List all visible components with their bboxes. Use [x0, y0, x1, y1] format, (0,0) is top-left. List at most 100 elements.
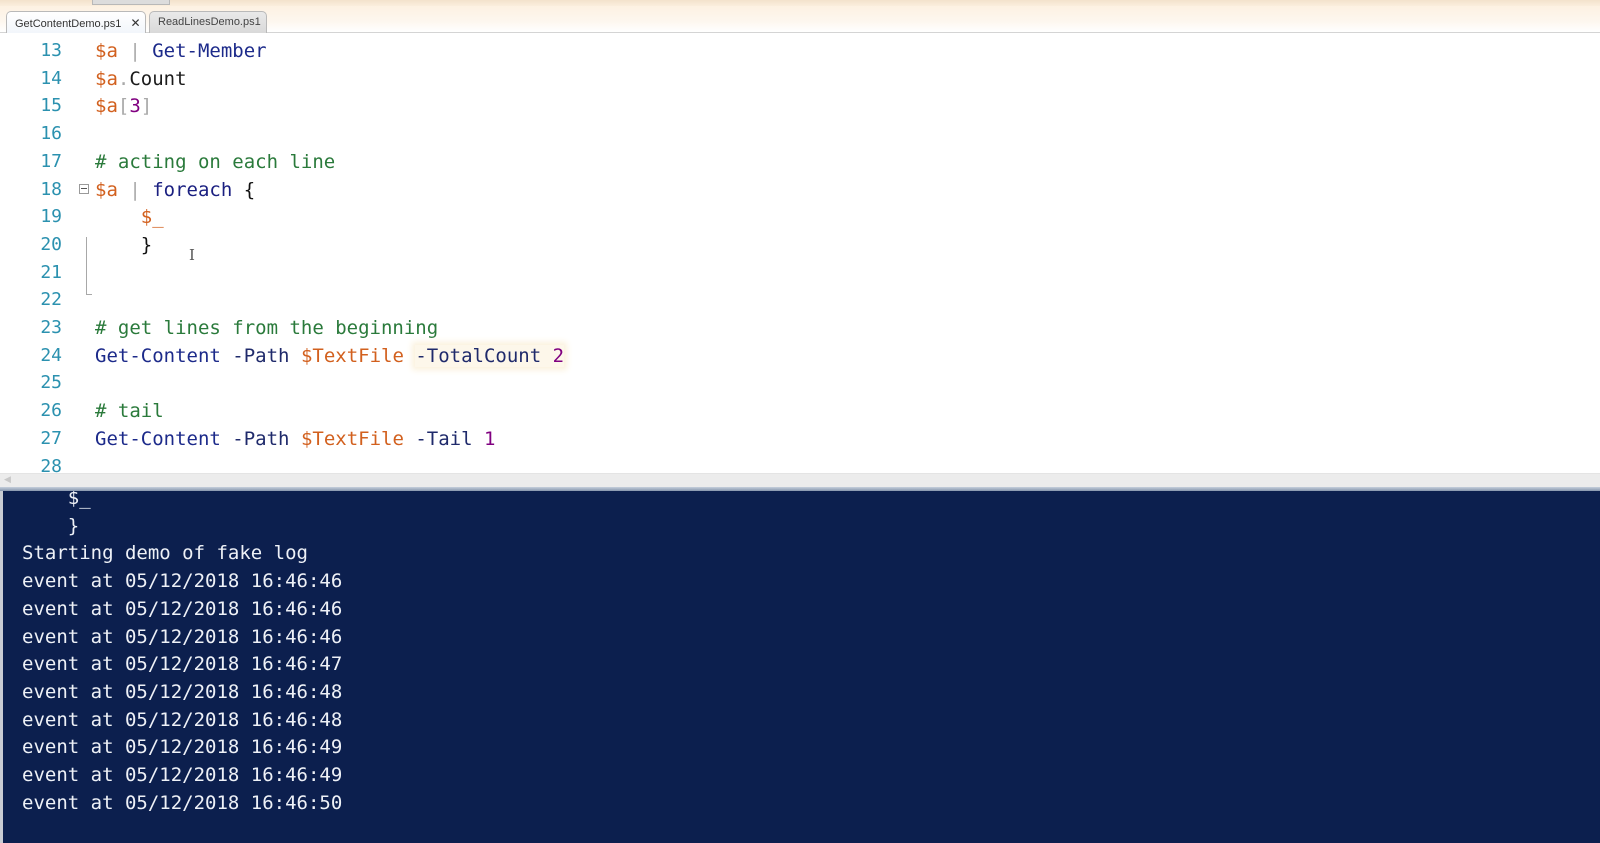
line-number: 20 [40, 233, 62, 255]
code-line[interactable]: 24 Get-Content -Path $TextFile -TotalCoun… [0, 342, 1600, 370]
code-token-cmt: # acting on each line [95, 150, 336, 173]
code-token-var: $TextFile [300, 427, 404, 450]
toolbar-button-stub[interactable] [92, 0, 170, 5]
editor-horizontal-scrollbar[interactable]: ◀ [0, 473, 1600, 487]
code-token-punct [290, 345, 301, 367]
code-token-param: -Path [232, 427, 290, 450]
console-output-line: event at 05/12/2018 16:46:49 [22, 764, 343, 786]
code-line[interactable]: 27 Get-Content -Path $TextFile -Tail 1 [0, 425, 1600, 453]
code-token-param: -Path [232, 344, 290, 367]
line-number: 27 [40, 427, 62, 449]
code-token-param: -TotalCount [415, 344, 542, 367]
code-text: Get-Content -Path $TextFile -Tail 1 [95, 425, 495, 453]
console-output-line: } [22, 514, 80, 537]
code-line[interactable]: 16 [0, 120, 1600, 148]
line-number: 26 [40, 400, 62, 422]
code-text: # tail [95, 397, 164, 425]
code-token-kw: foreach [152, 178, 233, 201]
code-text: $a.Count [95, 65, 187, 93]
code-line[interactable]: 22 [0, 286, 1600, 314]
code-text: # acting on each line [95, 148, 335, 176]
tab-getcontentdemo[interactable]: GetContentDemo.ps1 ✕ [6, 11, 146, 33]
code-line[interactable]: 28 [0, 453, 1600, 474]
line-number: 19 [40, 206, 62, 228]
code-token-punct [95, 206, 141, 228]
console-output-line: Starting demo of fake log [22, 542, 308, 565]
line-number: 23 [40, 317, 62, 338]
code-token-punct [404, 428, 415, 450]
code-token-punct [221, 345, 232, 367]
code-token-num: 2 [552, 344, 565, 367]
code-text: } [95, 231, 152, 259]
code-text: $a | Get-Member [95, 37, 267, 65]
code-token-op: ] [140, 95, 153, 118]
line-number: 18 [40, 178, 62, 200]
code-token-num: 3 [129, 95, 141, 118]
collapse-region-icon[interactable] [79, 183, 89, 194]
console-output-line: event at 05/12/2018 16:46:46 [22, 597, 343, 620]
code-line[interactable]: 26 # tail [0, 397, 1600, 425]
code-line[interactable]: 15 $a[3] [0, 92, 1600, 120]
code-token-op: | [117, 40, 153, 62]
code-token-op: . [117, 67, 130, 90]
line-number: 13 [40, 40, 62, 61]
code-line[interactable]: 17 # acting on each line [0, 148, 1600, 176]
line-number: 24 [40, 344, 62, 366]
code-text: $_ [95, 203, 164, 231]
tab-label: GetContentDemo.ps1 [15, 18, 122, 30]
line-number: 16 [40, 123, 62, 145]
code-token-punct [473, 428, 484, 450]
code-line[interactable]: 14 $a.Count [0, 65, 1600, 93]
tab-label: ReadLinesDemo.ps1 [158, 16, 261, 28]
line-number: 14 [40, 67, 62, 89]
code-token-var: $a [95, 67, 118, 90]
console-output-line: event at 05/12/2018 16:46:48 [22, 708, 343, 731]
line-number: 17 [40, 150, 62, 172]
code-token-prop: Count [129, 67, 187, 90]
code-token-var: $a [95, 40, 118, 62]
code-token-op: | [117, 178, 153, 201]
line-number: 28 [40, 455, 62, 474]
code-line[interactable]: 13 $a | Get-Member [0, 37, 1600, 65]
code-token-var: $a [95, 178, 118, 201]
code-line[interactable]: 25 [0, 369, 1600, 397]
code-line[interactable]: 23 # get lines from the beginning [0, 314, 1600, 342]
code-token-punct: { [232, 178, 256, 201]
code-token-var: $a [95, 95, 118, 118]
console-output-line: event at 05/12/2018 16:46:50 [22, 791, 343, 814]
close-tab-icon[interactable]: ✕ [130, 16, 140, 30]
console-output-line: $_ [22, 491, 91, 509]
code-token-param: -Tail [415, 427, 473, 450]
code-token-punct [221, 428, 232, 450]
highlighted-parameter: -TotalCount 2 [415, 344, 565, 367]
console-output-line: event at 05/12/2018 16:46:49 [22, 736, 343, 759]
code-token-punct: } [95, 233, 153, 256]
code-text: $a[3] [95, 92, 152, 120]
console-pane[interactable]: $_ } Starting demo of fake log event at 05… [0, 491, 1600, 843]
code-token-num: 1 [484, 427, 496, 450]
scroll-left-icon[interactable]: ◀ [4, 475, 11, 485]
script-tab-bar: GetContentDemo.ps1 ✕ ReadLinesDemo.ps1 [0, 6, 1600, 33]
line-number: 21 [40, 261, 62, 283]
line-number: 25 [40, 372, 62, 394]
code-token-cmd: Get-Member [152, 40, 267, 62]
code-text: Get-Content -Path $TextFile -TotalCount … [95, 342, 565, 370]
code-line[interactable]: 18 $a | foreach { [0, 176, 1600, 204]
code-token-cmd: Get-Content [95, 344, 221, 367]
code-line[interactable]: 20 } [0, 231, 1600, 259]
code-token-cmd: Get-Content [95, 427, 221, 450]
code-token-punct [404, 345, 415, 367]
code-line[interactable]: 21 [0, 259, 1600, 287]
code-text: $a | foreach { [95, 176, 255, 204]
console-output-line: event at 05/12/2018 16:46:46 [22, 625, 343, 648]
code-line[interactable]: 19 $_ [0, 203, 1600, 231]
code-token-cmt: # tail [95, 400, 164, 423]
tab-readlinesdemo[interactable]: ReadLinesDemo.ps1 [149, 11, 267, 33]
code-token-punct [541, 345, 552, 367]
script-editor[interactable]: I 13 $a | Get-Member 14 $a.Count 15 $a[3] 16 17… [0, 33, 1600, 473]
code-token-var: $TextFile [300, 344, 404, 367]
line-number: 15 [40, 95, 62, 117]
console-left-edge [0, 491, 3, 843]
console-output-line: event at 05/12/2018 16:46:48 [22, 680, 343, 703]
line-number: 22 [40, 289, 62, 311]
